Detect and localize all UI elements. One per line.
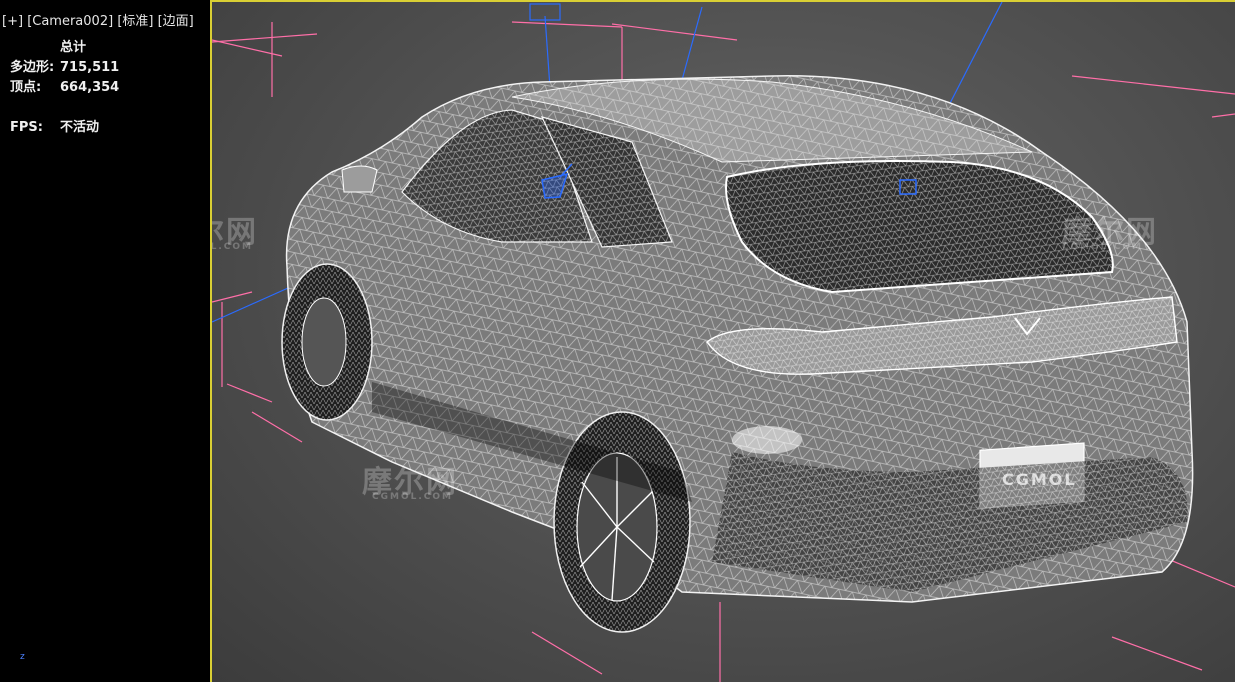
watermark-url-left: CGMOL.COM xyxy=(212,242,253,252)
watermark-url-center: CGMOL.COM xyxy=(372,492,453,502)
wireframe-scene xyxy=(212,2,1235,682)
camera-menu-button[interactable]: [Camera002] xyxy=(27,14,113,29)
watermark-en-plate: CGMOL xyxy=(1002,470,1077,489)
stats-title: 总计 xyxy=(60,40,87,55)
fps-value: 不活动 xyxy=(60,120,100,135)
viewport-menu-button[interactable]: [+] xyxy=(2,14,23,29)
fps-row: FPS: 不活动 xyxy=(10,118,119,138)
shading-menu-button[interactable]: [标准] xyxy=(117,14,153,29)
fps-label: FPS: xyxy=(10,120,43,135)
car-wireframe xyxy=(281,75,1194,633)
viewport-label: [+] [Camera002] [标准] [边面] xyxy=(2,10,194,29)
polygon-count-label: 多边形: xyxy=(10,60,55,75)
left-viewport[interactable]: [+] [Camera002] [标准] [边面] 总计 多边形: 715,511… xyxy=(0,0,210,682)
scene-statistics: 总计 多边形: 715,511 顶点: 664,354 FPS: 不活动 xyxy=(10,38,119,138)
vertex-count-row: 顶点: 664,354 xyxy=(10,78,119,98)
camera-viewport[interactable]: 摩尔网 CGMOL.COM 摩尔网 CGMOL.COM CGMOL CGMOL … xyxy=(212,0,1235,682)
vertex-count-label: 顶点: xyxy=(10,80,42,95)
display-mode-button[interactable]: [边面] xyxy=(158,14,194,29)
polygon-count-value: 715,511 xyxy=(60,60,120,75)
axis-gizmo-z: z xyxy=(20,652,25,662)
watermark-url-right: CGMOL.COM xyxy=(1062,242,1143,252)
vertex-count-value: 664,354 xyxy=(60,80,120,95)
polygon-count-row: 多边形: 715,511 xyxy=(10,58,119,78)
